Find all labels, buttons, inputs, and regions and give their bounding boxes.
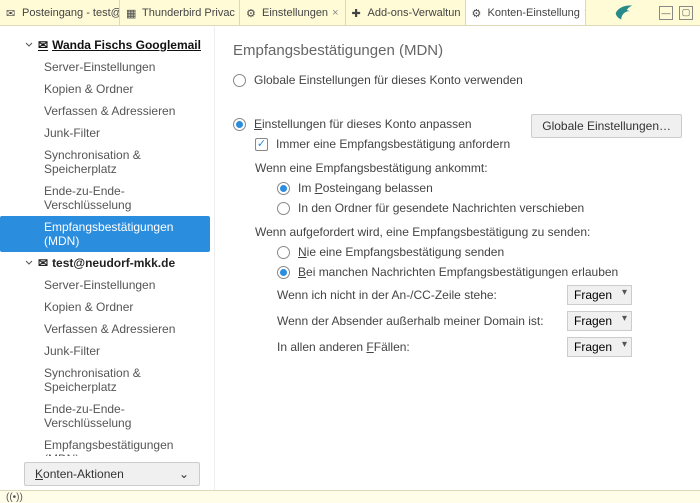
- account-actions-button[interactable]: Konten-Aktionen ⌄: [24, 462, 200, 486]
- label-never-send: Nie eine Empfangsbestätigung senden: [298, 245, 504, 259]
- radio-keep-inbox[interactable]: [277, 182, 290, 195]
- tab-label: Posteingang - test@ne: [22, 7, 120, 19]
- tab-2[interactable]: ⚙ Einstellungen ×: [240, 0, 346, 25]
- label-allow-some: Bei manchen Nachrichten Empfangsbestätig…: [298, 265, 618, 279]
- sidebar-item[interactable]: Verfassen & Adressieren: [0, 100, 210, 122]
- tab-icon: ⚙: [246, 7, 258, 19]
- tab-strip: ✉ Posteingang - test@ne × ▦ Thunderbird Priv…: [0, 0, 596, 25]
- sidebar-item[interactable]: Synchronisation & Speicherplatz: [0, 144, 210, 180]
- tab-label: Add-ons-Verwaltun: [368, 7, 461, 19]
- account-icon: ✉: [38, 38, 48, 52]
- tab-icon: ✉: [6, 7, 18, 19]
- account-header[interactable]: ✉ Wanda Fischs Googlemail: [0, 34, 210, 56]
- label-custom-settings: Einstellungen für dieses Konto anpassen: [254, 117, 472, 131]
- twisty-icon: [24, 40, 34, 50]
- sidebar-item[interactable]: Kopien & Ordner: [0, 78, 210, 100]
- account-tree: ✉ Wanda Fischs Googlemail Server-Einstellu…: [0, 34, 210, 456]
- sidebar-item[interactable]: Kopien & Ordner: [0, 296, 210, 318]
- label-use-global: Globale Einstellungen für dieses Konto v…: [254, 73, 523, 87]
- main-area: ✉ Wanda Fischs Googlemail Server-Einstellu…: [0, 26, 700, 491]
- label-move-sent: In den Ordner für gesendete Nachrichten …: [298, 201, 584, 215]
- radio-allow-some[interactable]: [277, 266, 290, 279]
- window-chrome: ✉ Posteingang - test@ne × ▦ Thunderbird Priv…: [0, 0, 700, 26]
- tab-icon: ⚙: [472, 7, 484, 19]
- global-settings-button[interactable]: Globale Einstellungen…: [531, 114, 682, 138]
- tab-1[interactable]: ▦Thunderbird Privac×: [120, 0, 240, 25]
- sidebar-item[interactable]: Empfangsbestätigungen (MDN): [0, 434, 210, 456]
- sidebar-item[interactable]: Server-Einstellungen: [0, 274, 210, 296]
- tab-3[interactable]: ✚Add-ons-Verwaltun×: [346, 0, 466, 25]
- window-controls: — ▢: [652, 6, 700, 20]
- select-not-in-cc[interactable]: Fragen: [567, 285, 632, 305]
- page-title: Empfangsbestätigungen (MDN): [233, 42, 682, 59]
- checkbox-always-request[interactable]: ✓: [255, 138, 268, 151]
- account-header[interactable]: ✉ test@neudorf-mkk.de: [0, 252, 210, 274]
- chevron-down-icon: ⌄: [179, 467, 189, 481]
- account-icon: ✉: [38, 256, 48, 270]
- status-bar: ((•)): [0, 491, 700, 503]
- twisty-icon: [24, 258, 34, 268]
- app-logo: [596, 0, 652, 25]
- label-not-in-cc: Wenn ich nicht in der An-/CC-Zeile stehe…: [277, 288, 567, 302]
- select-other-cases[interactable]: Fragen: [567, 337, 632, 357]
- tab-label: Einstellungen: [262, 7, 328, 19]
- close-icon[interactable]: ×: [584, 7, 586, 19]
- tab-0[interactable]: ✉Posteingang - test@ne×: [0, 0, 120, 25]
- account-name: Wanda Fischs Googlemail: [52, 38, 201, 52]
- section-send-title: Wenn aufgefordert wird, eine Empfangsbes…: [255, 225, 590, 239]
- tab-icon: ✚: [352, 7, 364, 19]
- radio-never-send[interactable]: [277, 246, 290, 259]
- sidebar-item[interactable]: Synchronisation & Speicherplatz: [0, 362, 210, 398]
- label-other-cases: In allen anderen FFällen:: [277, 340, 567, 354]
- sidebar-item[interactable]: Junk-Filter: [0, 340, 210, 362]
- sidebar-item[interactable]: Empfangsbestätigungen (MDN): [0, 216, 210, 252]
- sidebar-item[interactable]: Verfassen & Adressieren: [0, 318, 210, 340]
- tab-icon: ▦: [126, 7, 138, 19]
- select-outside-domain[interactable]: Fragen: [567, 311, 632, 331]
- section-incoming-title: Wenn eine Empfangsbestätigung ankommt:: [255, 161, 488, 175]
- account-sidebar: ✉ Wanda Fischs Googlemail Server-Einstellu…: [0, 26, 215, 490]
- connection-icon: ((•)): [6, 492, 23, 503]
- label-keep-inbox: Im Posteingang belassen: [298, 181, 433, 195]
- radio-move-sent[interactable]: [277, 202, 290, 215]
- radio-custom-settings[interactable]: [233, 118, 246, 131]
- minimize-button[interactable]: —: [659, 6, 673, 20]
- account-name: test@neudorf-mkk.de: [52, 256, 175, 270]
- tab-label: Thunderbird Privac: [142, 7, 235, 19]
- radio-use-global[interactable]: [233, 74, 246, 87]
- sidebar-item[interactable]: Junk-Filter: [0, 122, 210, 144]
- label-outside-domain: Wenn der Absender außerhalb meiner Domai…: [277, 314, 567, 328]
- tab-4[interactable]: ⚙ Konten-Einstellung ×: [466, 0, 586, 25]
- maximize-button[interactable]: ▢: [679, 6, 693, 20]
- sidebar-item[interactable]: Ende-zu-Ende-Verschlüsselung: [0, 398, 210, 434]
- sidebar-item[interactable]: Ende-zu-Ende-Verschlüsselung: [0, 180, 210, 216]
- label-always-request: Immer eine Empfangsbestätigung anfordern: [276, 137, 510, 151]
- settings-content: Empfangsbestätigungen (MDN) Globale Eins…: [215, 26, 700, 490]
- close-icon[interactable]: ×: [332, 7, 338, 19]
- sidebar-item[interactable]: Server-Einstellungen: [0, 56, 210, 78]
- thunderbird-logo-icon: [613, 2, 635, 24]
- tab-label: Konten-Einstellung: [488, 7, 580, 19]
